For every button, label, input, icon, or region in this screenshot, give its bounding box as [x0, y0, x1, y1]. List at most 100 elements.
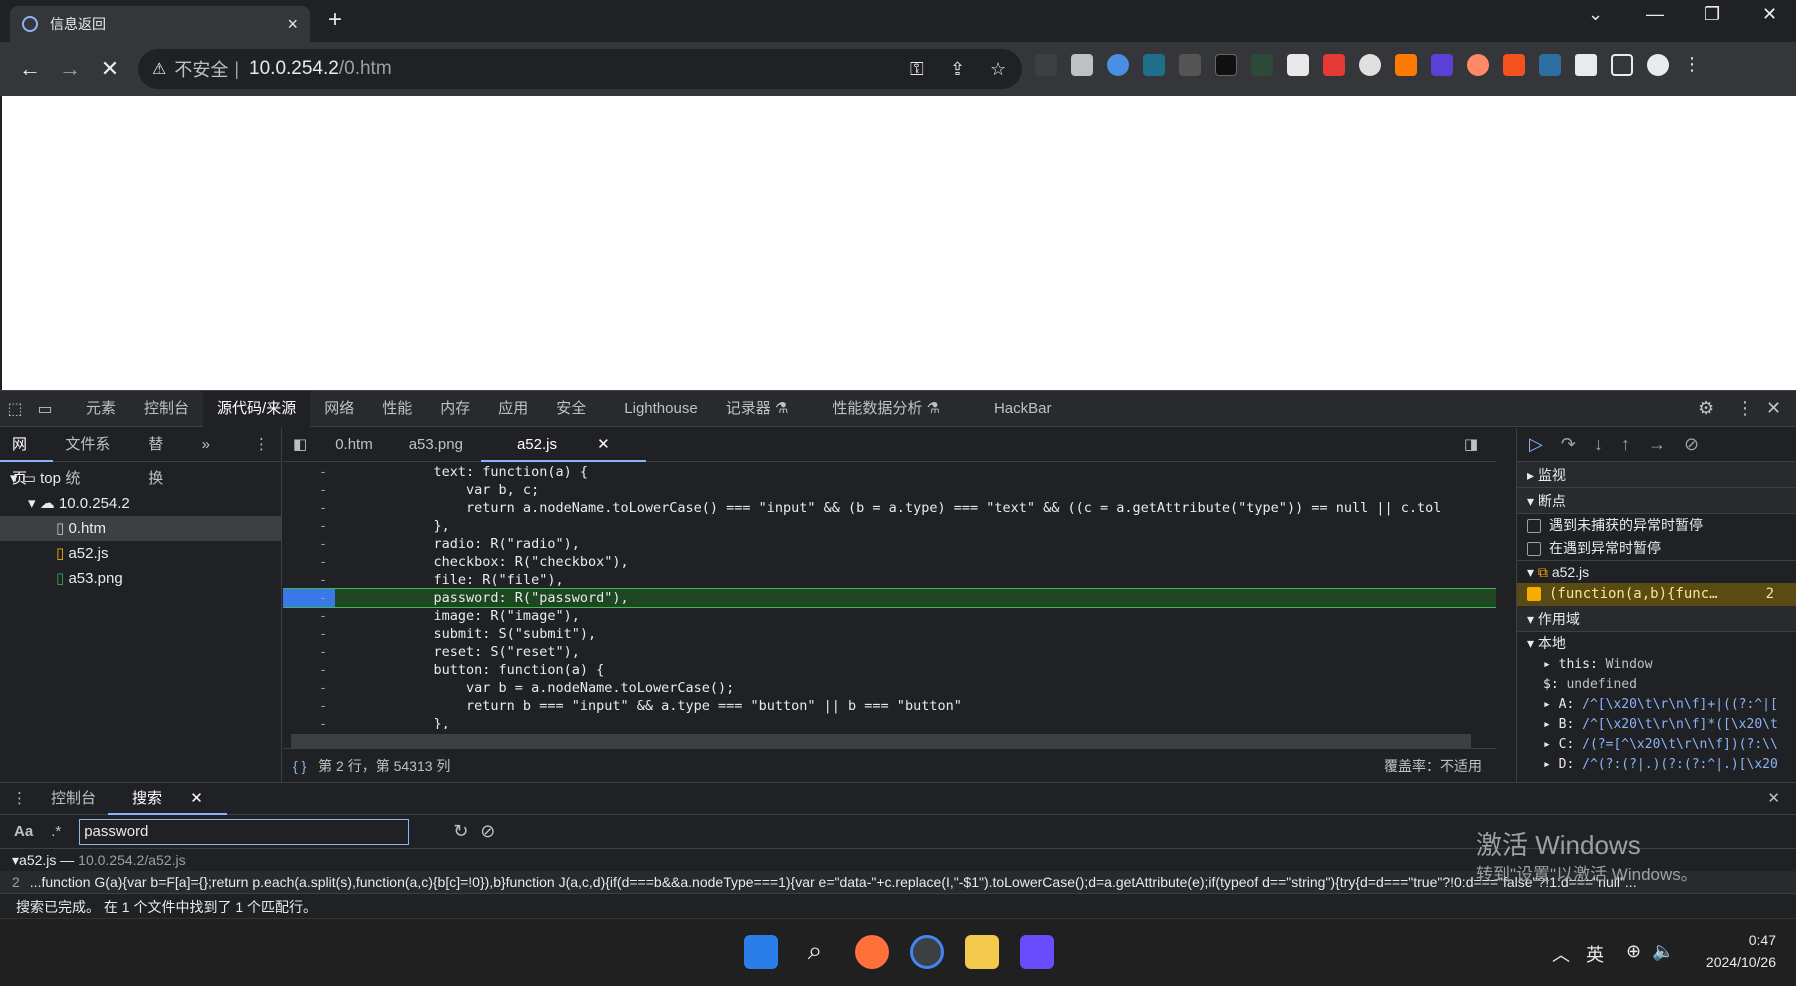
browser-tab[interactable]: 信息返回 ×	[10, 6, 310, 42]
nav-tab-filesystem[interactable]: 文件系统	[53, 428, 136, 487]
pause-uncaught-checkbox[interactable]: 遇到未捕获的异常时暂停	[1517, 514, 1796, 537]
clock[interactable]: 0:47 2024/10/26	[1706, 929, 1776, 973]
drawer-menu-icon[interactable]: ⋮	[0, 783, 39, 815]
toggle-navigator-icon[interactable]: ◧	[283, 428, 317, 462]
tray-chevron-icon[interactable]: ︿	[1552, 941, 1570, 967]
extensions-puzzle-icon[interactable]	[1575, 54, 1597, 76]
breakpoint-item[interactable]: (function(a,b){func… 2	[1517, 583, 1796, 606]
close-tab-icon[interactable]: ×	[287, 14, 298, 35]
tab-performance-insights[interactable]: 性能数据分析 ⚗	[818, 391, 954, 427]
volume-icon[interactable]: 🔈	[1652, 941, 1674, 962]
code-line[interactable]: - reset: S("reset"),	[283, 643, 1496, 661]
scope-section[interactable]: ▾ 作用域	[1517, 606, 1796, 632]
extension-r-icon[interactable]	[1215, 54, 1237, 76]
tree-host[interactable]: ▾ ☁ 10.0.254.2	[0, 491, 281, 516]
scope-variable[interactable]: ▸ D: /^(?:(?|.)(?:(?:^|.)[\x20	[1517, 755, 1796, 775]
ime-indicator[interactable]: 英	[1586, 941, 1604, 967]
gutter-marker[interactable]: -	[319, 715, 331, 729]
forward-button[interactable]: →	[50, 56, 90, 82]
editor-tab-a53png[interactable]: a53.png	[391, 428, 481, 462]
match-case-button[interactable]: Aa	[14, 823, 33, 840]
tab-application[interactable]: 应用	[484, 391, 542, 427]
devtools-close-icon[interactable]: ✕	[1766, 398, 1781, 419]
tab-network[interactable]: 网络	[310, 391, 368, 427]
devtools-menu-icon[interactable]: ⋮	[1736, 398, 1754, 419]
watch-section[interactable]: ▸ 监视	[1517, 462, 1796, 488]
gutter-marker[interactable]: -	[319, 463, 331, 481]
extension-z-icon[interactable]	[1503, 54, 1525, 76]
tab-security[interactable]: 安全	[542, 391, 600, 427]
firefox-icon[interactable]	[855, 935, 889, 969]
nav-tab-more[interactable]: »	[190, 428, 222, 462]
device-toolbar-icon[interactable]: ▭	[30, 399, 60, 419]
gutter-marker[interactable]: -	[319, 625, 331, 643]
editor-tab-0htm[interactable]: 0.htm	[317, 428, 391, 462]
close-tab-icon[interactable]: ✕	[579, 436, 628, 453]
tab-elements[interactable]: 元素	[72, 391, 130, 427]
devtools-settings-gear-icon[interactable]: ⚙	[1698, 398, 1714, 419]
extension-hat-icon[interactable]	[1179, 54, 1201, 76]
tab-hackbar[interactable]: HackBar	[980, 391, 1066, 427]
regex-button[interactable]: .*	[51, 823, 61, 840]
editor-tab-a52js[interactable]: a52.js ✕	[480, 427, 646, 462]
clear-search-icon[interactable]: ⊘	[480, 821, 495, 842]
scope-variable[interactable]: ▸ A: /^[\x20\t\r\n\f]+|((?:^|[	[1517, 695, 1796, 715]
extension-eye-icon[interactable]	[1143, 54, 1165, 76]
gutter-marker[interactable]: -	[319, 571, 331, 589]
gutter-marker[interactable]: -	[319, 481, 331, 499]
tree-file-a52js[interactable]: ▯ a52.js	[0, 541, 281, 566]
gutter-marker[interactable]: -	[319, 553, 331, 571]
address-bar[interactable]: ⚠ 不安全 | 10.0.254.2 /0.htm ⚿ ⇪ ☆	[138, 49, 1022, 89]
close-window-button[interactable]: ✕	[1762, 4, 1777, 25]
code-line[interactable]: - text: function(a) {	[283, 463, 1496, 481]
code-line[interactable]: - return b === "input" && a.type === "bu…	[283, 697, 1496, 715]
code-line[interactable]: - button: function(a) {	[283, 661, 1496, 679]
tab-recorder[interactable]: 记录器 ⚗	[712, 391, 803, 427]
gutter-marker[interactable]: -	[319, 517, 331, 535]
scope-variable[interactable]: $: undefined	[1517, 675, 1796, 695]
tree-file-0htm[interactable]: ▯ 0.htm	[0, 516, 281, 541]
scope-variable[interactable]: ▸ this: Window	[1517, 655, 1796, 675]
tab-sources[interactable]: 源代码/来源	[203, 390, 311, 427]
local-scope[interactable]: ▾ 本地	[1517, 632, 1796, 655]
close-tab-icon[interactable]: ✕	[178, 790, 215, 807]
pretty-print-icon[interactable]: { }	[293, 758, 306, 774]
toggle-debugger-icon[interactable]: ◨	[1446, 428, 1496, 462]
extension-flask-icon[interactable]	[1035, 54, 1057, 76]
nav-tab-overrides[interactable]: 替换	[136, 428, 189, 487]
tree-file-a53png[interactable]: ▯ a53.png	[0, 566, 281, 591]
start-windows-icon[interactable]	[744, 935, 778, 969]
code-line[interactable]: - var b = a.nodeName.toLowerCase();	[283, 679, 1496, 697]
extension-sf-icon[interactable]	[1287, 54, 1309, 76]
tab-lighthouse[interactable]: Lighthouse	[610, 391, 711, 427]
extension-ring-icon[interactable]	[1467, 54, 1489, 76]
close-drawer-icon[interactable]: ✕	[1755, 783, 1796, 815]
search-icon[interactable]: ⌕	[798, 935, 832, 969]
tab-console[interactable]: 控制台	[130, 391, 203, 427]
tree-top-frame[interactable]: ▾ ▭ top	[0, 466, 281, 491]
extension-cookie-icon[interactable]	[1359, 54, 1381, 76]
extension-pin-icon[interactable]	[1107, 54, 1129, 76]
scope-variable[interactable]: ▸ C: /(?=[^\x20\t\r\n\f])(?:\\	[1517, 735, 1796, 755]
step-over-icon[interactable]: ↷	[1561, 434, 1576, 455]
extension-diamond-icon[interactable]	[1431, 54, 1453, 76]
extension-card-icon[interactable]	[1071, 54, 1093, 76]
drawer-tab-search[interactable]: 搜索 ✕	[108, 782, 227, 815]
chrome-icon[interactable]	[910, 935, 944, 969]
tab-memory[interactable]: 内存	[426, 391, 484, 427]
code-line[interactable]: - image: R("image"),	[283, 607, 1496, 625]
extension-dice-icon[interactable]	[1323, 54, 1345, 76]
tab-search-chevron-icon[interactable]: ⌄	[1588, 4, 1603, 25]
new-tab-button[interactable]: +	[328, 6, 342, 34]
share-icon[interactable]: ⇪	[950, 59, 965, 80]
breakpoint-file[interactable]: ▾ ⧉ a52.js	[1517, 560, 1796, 583]
gutter-marker[interactable]: -	[319, 661, 331, 679]
scope-variable[interactable]: ▸ B: /^[\x20\t\r\n\f]*([\x20\t	[1517, 715, 1796, 735]
nav-tab-page[interactable]: 网页	[0, 427, 54, 487]
code-line[interactable]: - return a.nodeName.toLowerCase() === "i…	[283, 499, 1496, 517]
side-panel-icon[interactable]	[1611, 54, 1633, 76]
profile-avatar[interactable]	[1647, 54, 1669, 76]
extension-u-icon[interactable]	[1395, 54, 1417, 76]
step-into-icon[interactable]: ↓	[1594, 434, 1603, 455]
code-line[interactable]: - submit: S("submit"),	[283, 625, 1496, 643]
